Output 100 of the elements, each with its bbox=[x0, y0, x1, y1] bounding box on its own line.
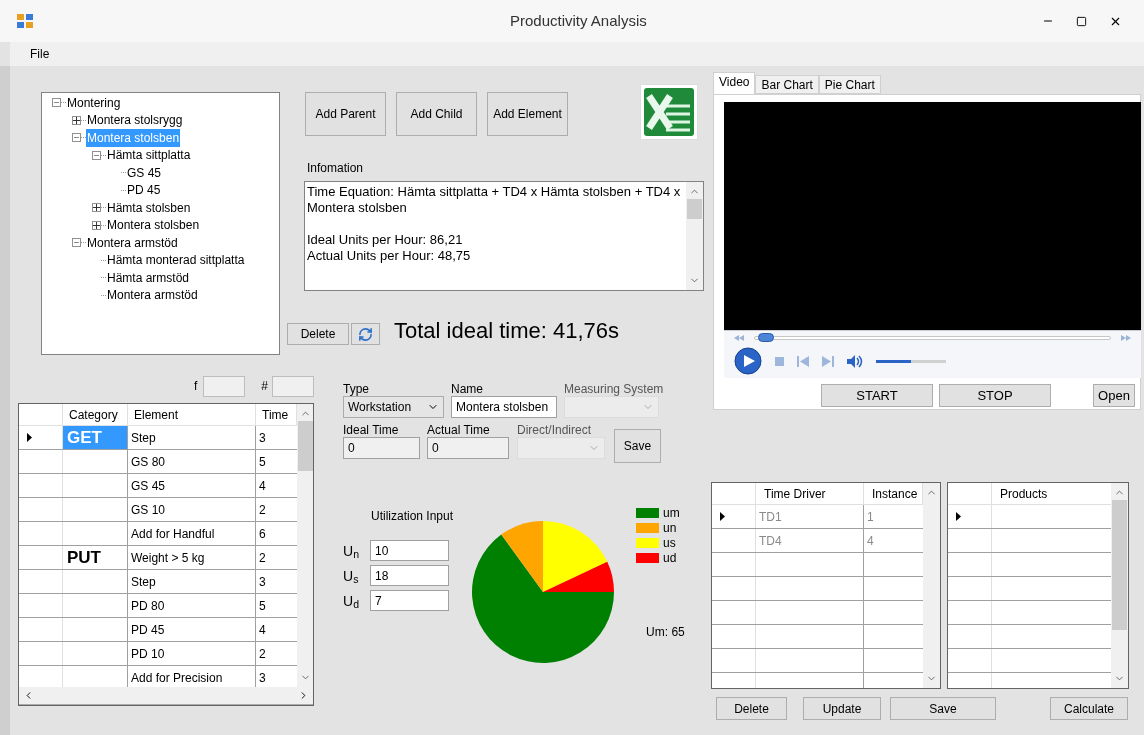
button[interactable]: STOP bbox=[939, 384, 1051, 407]
button[interactable]: Add Element bbox=[487, 92, 568, 136]
scrollbar[interactable] bbox=[297, 404, 313, 687]
text-field[interactable]: 0 bbox=[427, 437, 509, 459]
collapse-icon[interactable] bbox=[92, 150, 101, 160]
table-cell[interactable]: GS 45 bbox=[128, 474, 256, 497]
collapse-icon[interactable] bbox=[52, 98, 61, 108]
table-cell[interactable]: GS 10 bbox=[128, 498, 256, 521]
table-cell[interactable]: PD 45 bbox=[128, 618, 256, 641]
table-cell[interactable]: PD 10 bbox=[128, 642, 256, 665]
current-row-icon bbox=[720, 512, 725, 521]
app-icon bbox=[17, 14, 33, 28]
text-field[interactable]: Montera stolsben bbox=[451, 396, 557, 418]
button[interactable]: Update bbox=[803, 697, 881, 720]
tree-item[interactable]: PD 45 bbox=[126, 181, 162, 200]
text-field[interactable]: 0 bbox=[343, 437, 420, 459]
tree-item[interactable]: Montera armstöd bbox=[86, 233, 179, 252]
expand-icon[interactable] bbox=[72, 115, 81, 125]
text-field[interactable]: 18 bbox=[370, 565, 449, 586]
text-field[interactable]: 7 bbox=[370, 590, 449, 611]
current-row-icon bbox=[956, 512, 961, 521]
collapse-icon[interactable] bbox=[72, 133, 81, 143]
field-label: U$_{d}$ bbox=[343, 592, 360, 609]
count-field[interactable] bbox=[272, 375, 314, 397]
table-cell[interactable]: 1 bbox=[864, 505, 923, 528]
table-cell[interactable]: Add for Handful bbox=[128, 522, 256, 545]
collapse-icon[interactable] bbox=[72, 238, 81, 248]
table-cell[interactable]: TD4 bbox=[756, 529, 864, 552]
tree-item[interactable]: Hämta monterad sittplatta bbox=[106, 251, 246, 270]
table-cell[interactable]: Step bbox=[128, 426, 256, 449]
expand-icon[interactable] bbox=[92, 203, 101, 213]
information-text: Ideal Units per Hour: 86,21 bbox=[307, 232, 464, 248]
button[interactable]: Calculate bbox=[1050, 697, 1128, 720]
expand-icon[interactable] bbox=[92, 220, 101, 230]
tab[interactable]: Bar Chart bbox=[755, 75, 819, 94]
previous-icon[interactable] bbox=[797, 355, 809, 367]
tab[interactable]: Video bbox=[713, 72, 756, 94]
delete-button[interactable]: Delete bbox=[287, 323, 349, 345]
legend-label: us bbox=[663, 534, 676, 552]
table-cell[interactable]: GS 80 bbox=[128, 450, 256, 473]
table-cell[interactable]: TD1 bbox=[756, 505, 864, 528]
field-label: U$_{n}$ bbox=[343, 542, 360, 559]
button[interactable]: Open bbox=[1093, 384, 1135, 407]
information-field[interactable]: Time Equation: Hämta sittplatta + TD4 x Hämta stolsben + TD4 x Montera stolsben Ideal Units per Hour: 86,21 Actual Units per Hour: 48,75 bbox=[304, 181, 704, 291]
tree-item[interactable]: Hämta armstöd bbox=[106, 268, 191, 287]
volume-icon[interactable] bbox=[847, 354, 863, 368]
tree-item[interactable]: Montera stolsben bbox=[106, 216, 201, 235]
rewind-icon[interactable] bbox=[734, 335, 744, 341]
filter-field[interactable] bbox=[203, 375, 246, 397]
stop-icon[interactable] bbox=[775, 356, 784, 366]
button[interactable]: Delete bbox=[716, 697, 787, 720]
button[interactable]: Save bbox=[890, 697, 996, 720]
table-cell[interactable]: Weight > 5 kg bbox=[128, 546, 256, 569]
scrollbar[interactable] bbox=[19, 687, 313, 704]
total-ideal-time: Total ideal time: 41,76s bbox=[394, 317, 620, 345]
tree-item[interactable]: Montera stolsrygg bbox=[86, 111, 184, 130]
scrollbar-thumb[interactable] bbox=[298, 421, 313, 471]
tree-item[interactable]: Montering bbox=[66, 93, 122, 112]
tree-item[interactable]: Hämta sittplatta bbox=[106, 146, 192, 165]
table-cell[interactable]: PD 80 bbox=[128, 594, 256, 617]
field-label: f bbox=[193, 378, 198, 395]
button[interactable]: Add Child bbox=[396, 92, 477, 136]
fast-forward-icon[interactable] bbox=[1121, 335, 1131, 341]
section-title: Utilization Input bbox=[371, 508, 454, 525]
play-icon[interactable] bbox=[734, 347, 762, 375]
tree-item[interactable]: Hämta stolsben bbox=[106, 198, 192, 217]
seek-thumb[interactable] bbox=[758, 333, 775, 342]
scrollbar-thumb[interactable] bbox=[1112, 500, 1127, 630]
information-text: Time Equation: Hämta sittplatta + TD4 x Hämta stolsben + TD4 x Montera stolsben bbox=[307, 184, 682, 216]
text-field[interactable]: 10 bbox=[370, 540, 449, 561]
column-header[interactable]: Element bbox=[128, 404, 256, 425]
save-button[interactable]: Save bbox=[614, 429, 661, 463]
table-cell[interactable]: 4 bbox=[864, 529, 923, 552]
information-text: Actual Units per Hour: 48,75 bbox=[307, 248, 472, 264]
menu-item[interactable]: File bbox=[10, 45, 70, 63]
column-header[interactable]: Time Driver bbox=[756, 483, 864, 504]
next-icon[interactable] bbox=[822, 355, 834, 367]
field-label: U$_{s}$ bbox=[343, 567, 360, 584]
dropdown[interactable]: Workstation bbox=[343, 396, 444, 418]
scrollbar[interactable] bbox=[923, 483, 940, 688]
scrollbar[interactable] bbox=[1111, 483, 1128, 688]
maximize-icon[interactable] bbox=[1076, 15, 1087, 27]
tree-item[interactable]: Montera armstöd bbox=[106, 286, 199, 305]
field-label: Ideal Time bbox=[343, 423, 400, 437]
scrollbar-thumb[interactable] bbox=[687, 199, 702, 219]
seek-bar[interactable] bbox=[754, 336, 1111, 340]
tree-item[interactable]: GS 45 bbox=[126, 163, 163, 182]
button[interactable]: Add Parent bbox=[305, 92, 386, 136]
spreadsheet-icon[interactable] bbox=[640, 84, 698, 140]
field-label: Direct/Indirect bbox=[517, 423, 593, 437]
table-cell[interactable]: Step bbox=[128, 570, 256, 593]
table-cell[interactable]: Add for Precision bbox=[128, 666, 256, 687]
volume-slider[interactable] bbox=[876, 359, 946, 363]
column-header[interactable]: Products bbox=[992, 483, 1111, 504]
column-header[interactable]: Category bbox=[63, 404, 128, 425]
scrollbar[interactable] bbox=[686, 182, 703, 290]
field-label: Name bbox=[451, 382, 484, 396]
tab[interactable]: Pie Chart bbox=[818, 75, 881, 94]
refresh-button[interactable] bbox=[351, 323, 380, 345]
button[interactable]: START bbox=[821, 384, 933, 407]
